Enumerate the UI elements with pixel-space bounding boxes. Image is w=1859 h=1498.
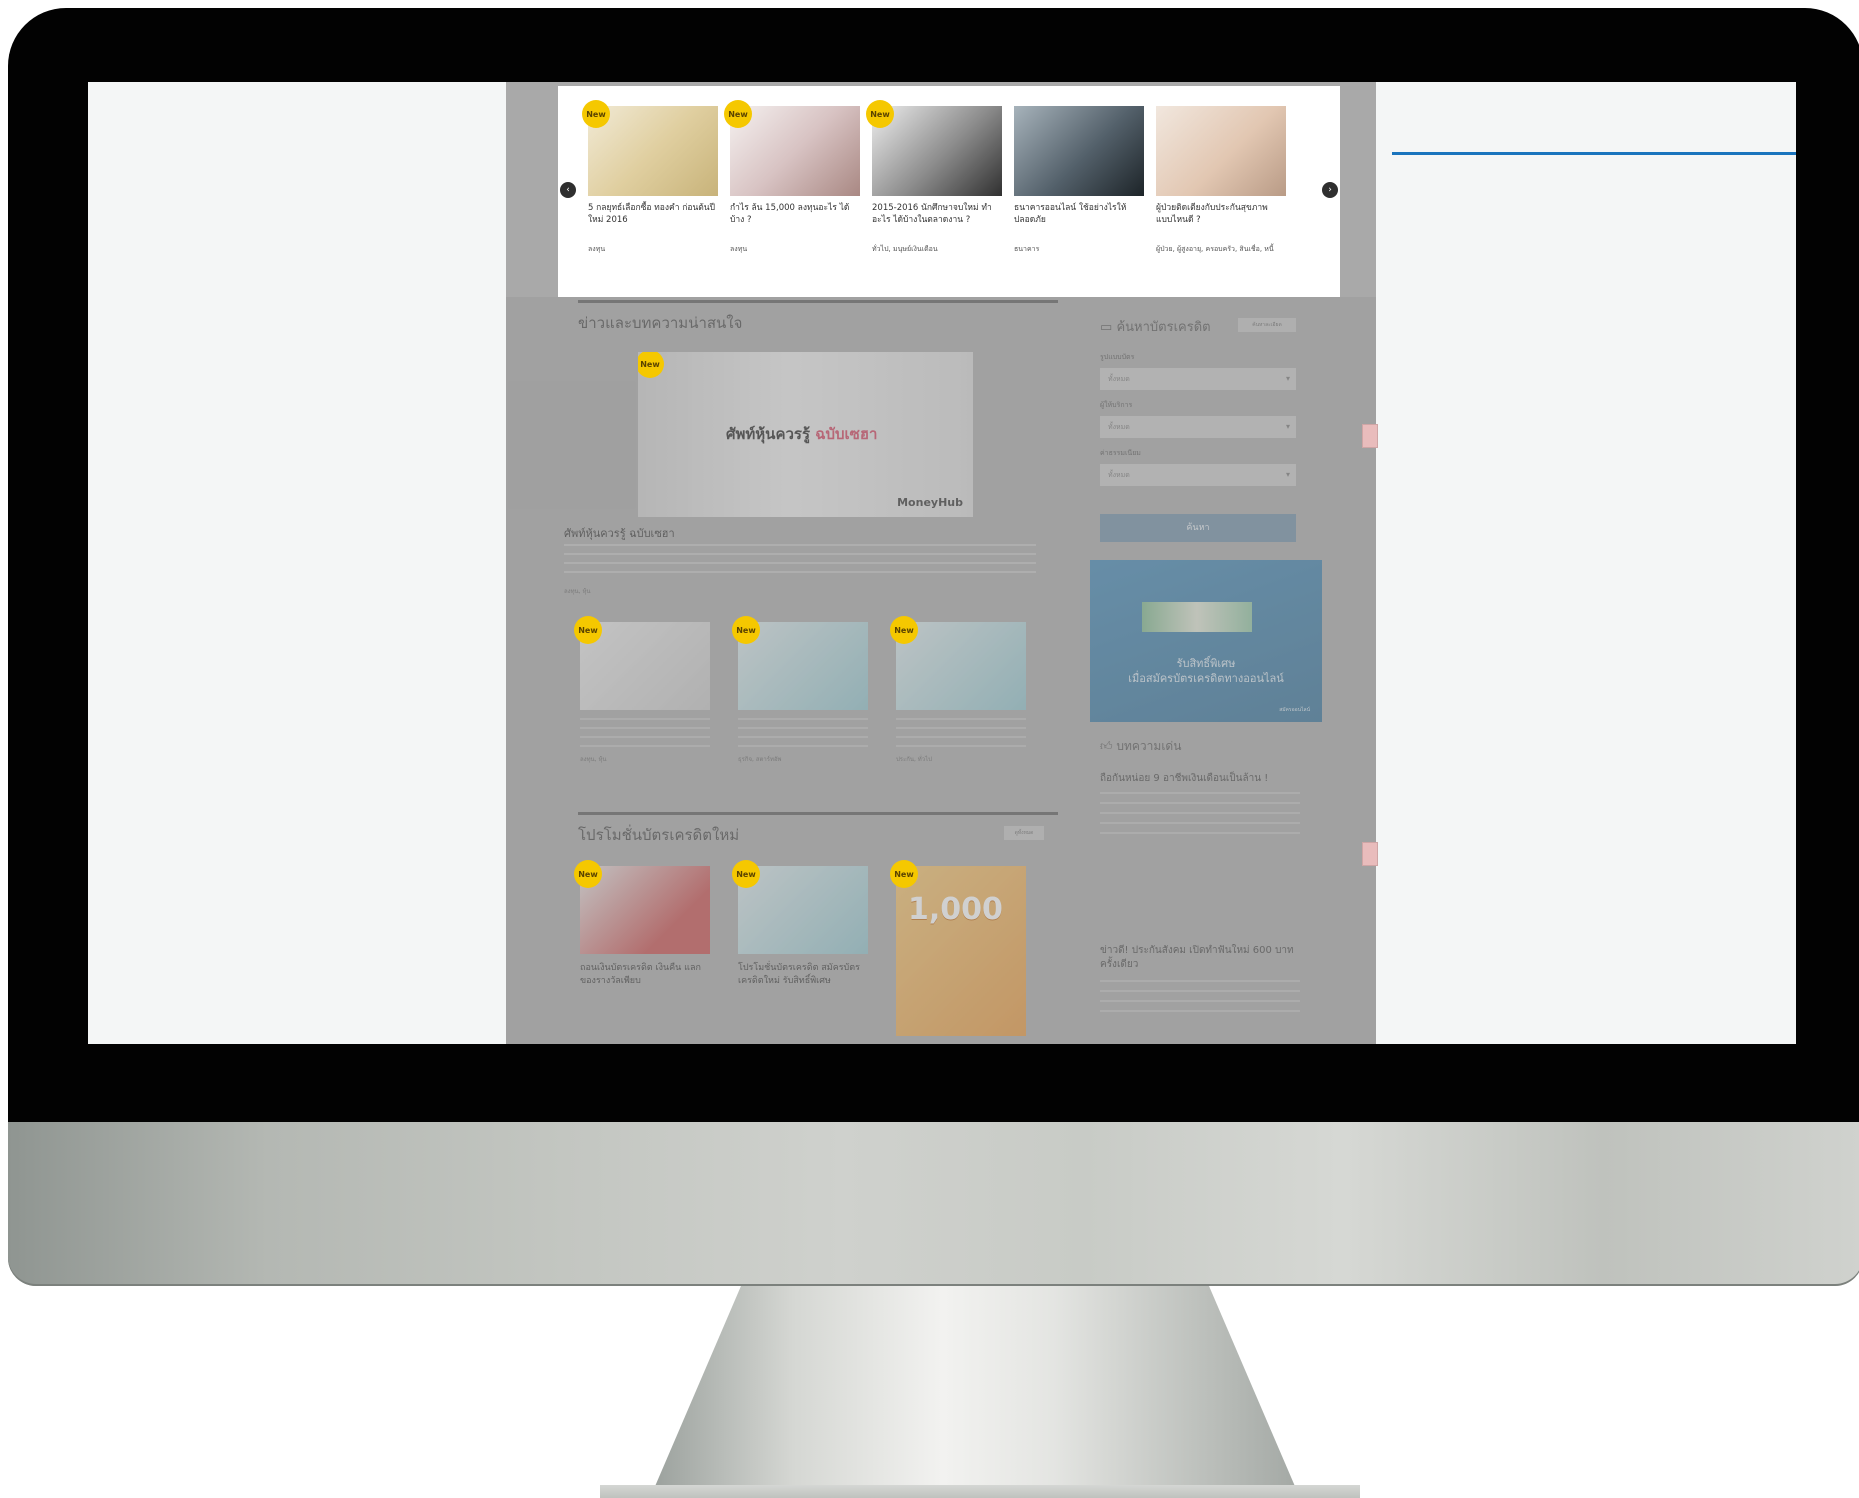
promo-card-title[interactable]: โปรโมชั่นบัตรเครดิต สมัครบัตรเครดิตใหม่ … [738, 962, 868, 988]
popular-heading-text: บทความเด่น [1116, 739, 1182, 753]
hero-image-main-text: ศัพท์หุ้นควรรู้ [726, 425, 811, 443]
carousel-item-title[interactable]: กำไร ล้น 15,000 ลงทุนอะไร ได้บ้าง ? [730, 202, 860, 226]
promo-section-heading: โปรโมชั่นบัตรเครดิตใหม่ [578, 812, 1058, 851]
banner-line-1: รับสิทธิ์พิเศษ [1176, 657, 1236, 670]
monitor-chin [8, 1122, 1859, 1286]
carousel-item-category[interactable]: ผู้ป่วย, ผู้สูงอายุ, ครอบครัว, สินเชื่อ,… [1156, 244, 1286, 255]
carousel-item-category[interactable]: ธนาคาร [1014, 244, 1144, 255]
new-badge: New [582, 100, 610, 128]
carousel-thumbnail[interactable] [1156, 106, 1286, 196]
carousel-item[interactable]: ผู้ป่วยติดเตียงกับประกันสุขภาพ แบบไหนดี … [1156, 106, 1286, 296]
popular-article-excerpt [1100, 980, 1300, 1020]
monitor-stand-base [600, 1485, 1360, 1498]
search-box-title: ▭ ค้นหาบัตรเครดิต [1100, 316, 1211, 337]
news-card-excerpt [580, 718, 710, 748]
news-card-tags[interactable]: ประกัน, ทั่วไป [896, 754, 932, 764]
advanced-search-button[interactable]: ค้นหาละเอียด [1238, 318, 1296, 332]
news-section-heading: ข่าวและบทความน่าสนใจ [578, 300, 1058, 339]
carousel-item-title[interactable]: 2015-2016 นักศึกษาจบใหม่ ทำอะไร ได้บ้างใ… [872, 202, 1002, 226]
monitor-screen: ‹ › New 5 กลยุทธ์เลือกซื้อ ทองคำ ก่อนต้น… [88, 82, 1796, 1044]
popular-articles-heading: 👍︎ บทความเด่น [1100, 737, 1181, 756]
credit-card-search-box: ▭ ค้นหาบัตรเครดิต ค้นหาละเอียด รูปแบบบัต… [1092, 312, 1302, 547]
promo-card-image[interactable]: 1,000 [896, 866, 1026, 1036]
news-card-tags[interactable]: ธุรกิจ, สตาร์ทอัพ [738, 754, 782, 764]
field-label: ค่าธรรมเนียม [1100, 449, 1141, 457]
popular-article-excerpt [1100, 792, 1300, 842]
new-badge: New [890, 616, 918, 644]
popular-article-title[interactable]: ถือกันหน่อย 9 อาชีพเงินเดือนเป็นล้าน ! [1100, 772, 1300, 786]
see-all-button[interactable]: ดูทั้งหมด [1004, 826, 1044, 840]
carousel-item-category[interactable]: ลงทุน [588, 244, 718, 255]
carousel-thumbnail[interactable] [1014, 106, 1144, 196]
carousel-item[interactable]: New กำไร ล้น 15,000 ลงทุนอะไร ได้บ้าง ? … [724, 100, 860, 296]
monitor-stand [650, 1286, 1300, 1498]
chevron-left-icon[interactable]: ‹ [560, 182, 576, 198]
promo-amount: 1,000 [908, 892, 1003, 927]
side-tab-marker[interactable] [1362, 424, 1378, 448]
new-badge: New [574, 616, 602, 644]
featured-carousel: ‹ › New 5 กลยุทธ์เลือกซื้อ ทองคำ ก่อนต้น… [558, 86, 1340, 297]
search-button[interactable]: ค้นหา [1100, 514, 1296, 542]
carousel-item[interactable]: New 5 กลยุทธ์เลือกซื้อ ทองคำ ก่อนต้นปีให… [582, 100, 718, 296]
callout-line [1392, 152, 1796, 155]
hero-image-text: ศัพท์หุ้นควรรู้ ฉบับเซฮา [726, 422, 877, 446]
fee-select[interactable]: ทั้งหมด [1100, 464, 1296, 486]
chevron-right-icon[interactable]: › [1322, 182, 1338, 198]
carousel-item[interactable]: New 2015-2016 นักศึกษาจบใหม่ ทำอะไร ได้บ… [866, 100, 1002, 296]
carousel-item-category[interactable]: ลงทุน [730, 244, 860, 255]
carousel-item-title[interactable]: ผู้ป่วยติดเตียงกับประกันสุขภาพ แบบไหนดี … [1156, 202, 1286, 226]
apply-online-banner[interactable]: รับสิทธิ์พิเศษ เมื่อสมัครบัตรเครดิตทางออ… [1090, 560, 1322, 722]
field-label: ผู้ให้บริการ [1100, 401, 1133, 409]
popular-article-title[interactable]: ข่าวดี! ประกันสังคม เปิดทำฟันใหม่ 600 บา… [1100, 944, 1300, 972]
banner-line-2: เมื่อสมัครบัตรเครดิตทางออนไลน์ [1128, 672, 1284, 685]
new-badge: New [890, 860, 918, 888]
news-card-tags[interactable]: ลงทุน, หุ้น [580, 754, 607, 764]
field-label: รูปแบบบัตร [1100, 353, 1135, 361]
search-box-title-text: ค้นหาบัตรเครดิต [1116, 320, 1211, 335]
card-type-select[interactable]: ทั้งหมด [1100, 368, 1296, 390]
web-page: ‹ › New 5 กลยุทธ์เลือกซื้อ ทองคำ ก่อนต้น… [506, 82, 1376, 1044]
hero-article-image[interactable]: New ศัพท์หุ้นควรรู้ ฉบับเซฮา MoneyHub [638, 352, 973, 517]
news-card-excerpt [896, 718, 1026, 748]
new-badge: New [638, 352, 664, 378]
banner-text: รับสิทธิ์พิเศษ เมื่อสมัครบัตรเครดิตทางออ… [1090, 656, 1322, 686]
banner-card-image [1142, 602, 1252, 632]
new-badge: New [724, 100, 752, 128]
news-card-excerpt [738, 718, 868, 748]
carousel-item-title[interactable]: 5 กลยุทธ์เลือกซื้อ ทองคำ ก่อนต้นปีใหม่ 2… [588, 202, 718, 226]
new-badge: New [574, 860, 602, 888]
brand-logo: MoneyHub [897, 496, 963, 509]
provider-select[interactable]: ทั้งหมด [1100, 416, 1296, 438]
new-badge: New [732, 860, 760, 888]
credit-card-icon: ▭ [1100, 320, 1113, 335]
hero-article-excerpt [564, 544, 1036, 580]
hero-article-title[interactable]: ศัพท์หุ้นควรรู้ ฉบับเซฮา [564, 524, 675, 542]
carousel-item[interactable]: ธนาคารออนไลน์ ใช้อย่างไรให้ปลอดภัย ธนาคา… [1014, 106, 1144, 296]
thumbs-up-icon: 👍︎ [1100, 739, 1113, 753]
promo-card-title[interactable]: ถอนเงินบัตรเครดิต เงินคืน แลก ของรางวัลเ… [580, 962, 710, 988]
new-badge: New [732, 616, 760, 644]
banner-apply-link[interactable]: สมัครออนไลน์ [1279, 706, 1310, 714]
hero-article-tags[interactable]: ลงทุน, หุ้น [564, 586, 591, 596]
carousel-item-category[interactable]: ทั่วไป, มนุษย์เงินเดือน [872, 244, 1002, 255]
side-tab-marker[interactable] [1362, 842, 1378, 866]
carousel-item-title[interactable]: ธนาคารออนไลน์ ใช้อย่างไรให้ปลอดภัย [1014, 202, 1144, 226]
hero-image-accent-text: ฉบับเซฮา [815, 425, 878, 443]
new-badge: New [866, 100, 894, 128]
